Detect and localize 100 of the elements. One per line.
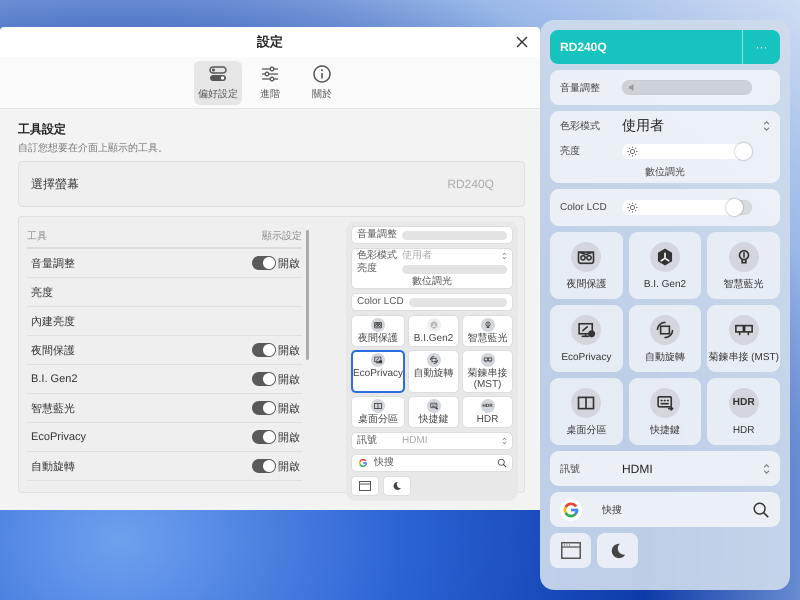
toggle-switch[interactable] [252, 343, 276, 357]
tile-label: 自動旋轉 [644, 352, 685, 362]
selector-label: 選擇螢幕 [31, 176, 79, 192]
tool-tile[interactable]: 桌面分區 [550, 378, 623, 445]
split-window-icon [571, 388, 602, 418]
tab[interactable]: 關於 [298, 60, 346, 104]
section-title: 工具設定 [18, 121, 67, 138]
tab[interactable]: 偏好設定 [194, 60, 242, 104]
tile-label: 夜間保護 [358, 333, 398, 344]
hdr-logo: HDR [728, 388, 759, 418]
sun-icon [627, 202, 638, 213]
tile-label: B.I.Gen2 [414, 333, 454, 344]
signal-label: 訊號 [357, 435, 378, 447]
tile-label: 自動旋轉 [414, 368, 454, 379]
window-icon[interactable] [550, 533, 591, 568]
toggle-switch[interactable] [252, 459, 276, 473]
tool-tile[interactable]: HDR HDR [707, 378, 780, 445]
split-window-icon [371, 399, 385, 413]
tool-name: 音量調整 [31, 256, 75, 270]
signal-value: HDMI [622, 462, 654, 476]
up-down-chevron-icon [502, 437, 507, 445]
selector-value: RD240Q [447, 177, 494, 191]
toggle-label: 開啟 [278, 460, 300, 474]
tool-tile[interactable]: 自動旋轉 [628, 305, 702, 372]
toggle-label: 開啟 [278, 430, 300, 444]
moon-icon[interactable] [383, 476, 411, 496]
tile-label: B.I. Gen2 [644, 278, 686, 290]
toggle-label: 開啟 [278, 344, 300, 358]
monitor-selector[interactable]: 選擇螢幕 RD240Q [18, 161, 525, 207]
tool-name: 自動旋轉 [31, 460, 75, 474]
tool-tile[interactable]: EcoPrivacy [550, 305, 623, 372]
emblem-icon [650, 242, 680, 272]
dual-monitor-icon [480, 353, 494, 367]
dimming-caption: 數位調光 [644, 166, 686, 179]
search-icon[interactable] [752, 500, 770, 518]
search-label: 快搜 [374, 457, 395, 469]
brightness-label: 亮度 [560, 144, 581, 158]
signal-value: HDMI [402, 435, 429, 447]
google-g-icon [560, 498, 582, 520]
dimming-caption: 數位調光 [411, 276, 453, 287]
dual-monitor-icon [728, 314, 759, 344]
toggle-switch[interactable] [252, 372, 276, 386]
tool-name: 夜間保護 [31, 344, 75, 358]
tool-tile[interactable]: 夜間保護 [550, 232, 623, 299]
monitor-leaf-icon [371, 353, 385, 367]
rotate-screen-icon [426, 353, 440, 367]
tool-tile[interactable]: 快捷鍵 [408, 396, 459, 428]
tool-tile[interactable]: 快捷鍵 [628, 378, 702, 445]
color-lcd-label: Color LCD [560, 202, 608, 213]
lightbulb-icon [728, 242, 759, 272]
lightbulb-icon [480, 318, 494, 332]
window-icon[interactable] [351, 476, 379, 496]
search-label: 快搜 [602, 504, 623, 516]
slider-thumb[interactable] [726, 199, 743, 216]
tile-label: 快捷鍵 [418, 414, 448, 425]
tile-label: 菊鍊串接 (MST) [466, 368, 508, 390]
tile-label: EcoPrivacy [561, 352, 612, 362]
search-icon[interactable] [497, 458, 507, 468]
info-icon [312, 64, 332, 84]
brightness-label: 亮度 [357, 263, 378, 275]
google-g-icon [357, 457, 369, 469]
tab[interactable]: 進階 [246, 60, 294, 104]
sliders-icon [260, 64, 280, 84]
color-mode-label: 色彩模式 [357, 250, 397, 262]
moon-icon[interactable] [597, 533, 638, 568]
device-name: RD240Q [559, 39, 608, 56]
tool-tile[interactable]: 菊鍊串接 (MST) [462, 350, 513, 393]
tool-tile[interactable]: 桌面分區 [351, 396, 406, 428]
color-mode-value: 使用者 [402, 250, 433, 262]
tool-tile[interactable]: EcoPrivacy [351, 350, 406, 393]
toggle-switch[interactable] [252, 401, 276, 415]
emblem-icon [426, 318, 440, 332]
color-mode-label: 色彩模式 [560, 120, 601, 133]
monitor-leaf-icon [571, 314, 602, 344]
section-description: 自訂您想要在介面上顯示的工具。 [18, 142, 169, 155]
tool-tile[interactable]: 自動旋轉 [408, 350, 459, 393]
toggles-icon [208, 64, 228, 84]
owl-face-icon [371, 318, 385, 332]
slider-thumb[interactable] [735, 142, 752, 160]
tool-tile[interactable]: 智慧藍光 [462, 315, 513, 347]
up-down-chevron-icon [762, 462, 770, 474]
color-lcd-label: Color LCD [357, 296, 404, 308]
tool-tile[interactable]: 智慧藍光 [707, 232, 780, 299]
tool-tile[interactable]: B.I. Gen2 [628, 232, 702, 299]
slider[interactable] [622, 200, 752, 215]
toggle-switch[interactable] [252, 430, 276, 444]
keyboard-icon [426, 399, 440, 413]
tool-name: 亮度 [31, 286, 53, 300]
tile-label: EcoPrivacy [353, 368, 404, 379]
tool-name: B.I. Gen2 [31, 373, 78, 385]
scrollbar[interactable] [306, 230, 309, 360]
tile-label: 夜間保護 [566, 278, 606, 290]
tool-tile[interactable]: 夜間保護 [351, 315, 406, 347]
slider[interactable] [622, 144, 752, 158]
volume-label: 音量調整 [560, 82, 601, 94]
window-title: 設定 [257, 33, 283, 51]
toggle-label: 開啟 [278, 402, 300, 416]
tool-tile[interactable]: 菊鍊串接 (MST) [707, 305, 780, 372]
toggle-switch[interactable] [252, 256, 276, 270]
color-mode-value: 使用者 [622, 117, 665, 135]
